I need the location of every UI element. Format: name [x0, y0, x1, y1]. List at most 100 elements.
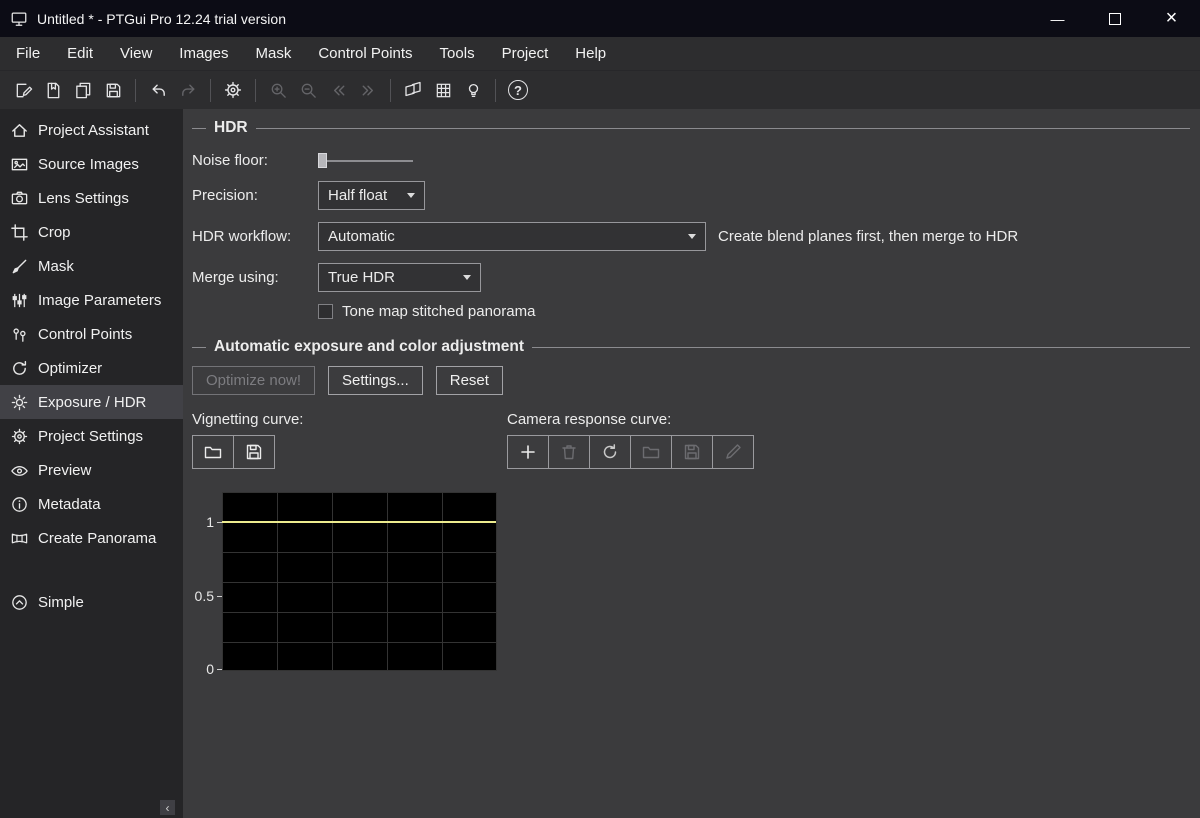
vignetting-curve-line	[222, 521, 496, 523]
hdr-workflow-select[interactable]: Automatic	[318, 222, 706, 251]
vignetting-save-button[interactable]	[233, 435, 275, 469]
sidebar-item-metadata[interactable]: Metadata	[0, 487, 183, 521]
merge-using-value: True HDR	[328, 269, 395, 286]
zoom-in-button[interactable]	[263, 75, 293, 105]
redo-button[interactable]	[173, 75, 203, 105]
chevron-down-icon	[407, 193, 415, 198]
vignetting-curve-chart	[222, 492, 497, 671]
zoom-out-icon	[299, 81, 318, 100]
folder-open-icon	[203, 442, 223, 462]
camera-response-delete-button[interactable]	[548, 435, 590, 469]
panorama-editor-icon	[403, 80, 423, 100]
camera-response-curve-label: Camera response curve:	[507, 411, 671, 429]
save-project-button[interactable]	[98, 75, 128, 105]
menu-project[interactable]: Project	[502, 45, 549, 62]
grid-icon	[434, 81, 453, 100]
minimize-button[interactable]: —	[1029, 0, 1086, 37]
camera-response-save-button[interactable]	[671, 435, 713, 469]
hdr-section-title: HDR	[214, 119, 248, 137]
new-project-button[interactable]	[8, 75, 38, 105]
camera-response-add-button[interactable]	[507, 435, 549, 469]
y-tick-05: 0.5	[195, 588, 214, 604]
vignetting-curve-label: Vignetting curve:	[192, 411, 507, 429]
home-icon	[10, 121, 29, 140]
sliders-icon	[10, 291, 29, 310]
redo-icon	[179, 81, 198, 100]
tone-map-label: Tone map stitched panorama	[342, 303, 535, 320]
hdr-workflow-hint: Create blend planes first, then merge to…	[718, 228, 1018, 245]
close-button[interactable]: ×	[1143, 0, 1200, 37]
preview-light-button[interactable]	[458, 75, 488, 105]
detail-viewer-button[interactable]	[428, 75, 458, 105]
maximize-button[interactable]	[1086, 0, 1143, 37]
panorama-editor-button[interactable]	[398, 75, 428, 105]
menu-images[interactable]: Images	[179, 45, 228, 62]
y-tick-1: 1	[206, 514, 214, 530]
previous-icon	[329, 81, 348, 100]
settings-button[interactable]: Settings...	[328, 366, 423, 395]
toolbar-separator	[495, 79, 496, 102]
menu-control-points[interactable]: Control Points	[318, 45, 412, 62]
exposure-hdr-panel: HDR Noise floor: Precision: Half float H…	[183, 109, 1200, 818]
sidebar-item-project-assistant[interactable]: Project Assistant	[0, 113, 183, 147]
hdr-workflow-label: HDR workflow:	[192, 228, 318, 245]
sidebar-item-optimizer[interactable]: Optimizer	[0, 351, 183, 385]
lamp-icon	[464, 81, 483, 100]
vignetting-load-button[interactable]	[192, 435, 234, 469]
help-icon: ?	[508, 80, 528, 100]
help-button[interactable]: ?	[503, 75, 533, 105]
sidebar-item-crop[interactable]: Crop	[0, 215, 183, 249]
sidebar-item-simple[interactable]: Simple	[0, 585, 183, 619]
undo-icon	[149, 81, 168, 100]
crop-icon	[10, 223, 29, 242]
menu-file[interactable]: File	[16, 45, 40, 62]
sidebar-item-control-points[interactable]: Control Points	[0, 317, 183, 351]
slider-thumb[interactable]	[318, 153, 327, 168]
app-icon	[10, 10, 28, 28]
undo-button[interactable]	[143, 75, 173, 105]
sidebar-item-mask[interactable]: Mask	[0, 249, 183, 283]
sidebar-item-source-images[interactable]: Source Images	[0, 147, 183, 181]
reset-button[interactable]: Reset	[436, 366, 503, 395]
previous-image-button[interactable]	[323, 75, 353, 105]
noise-floor-slider[interactable]	[318, 153, 413, 168]
next-icon	[359, 81, 378, 100]
options-button[interactable]	[218, 75, 248, 105]
open-project-button[interactable]	[38, 75, 68, 105]
camera-response-reset-button[interactable]	[589, 435, 631, 469]
sidebar-item-preview[interactable]: Preview	[0, 453, 183, 487]
menu-help[interactable]: Help	[575, 45, 606, 62]
tone-map-checkbox[interactable]	[318, 304, 333, 319]
auto-adjust-section-title: Automatic exposure and color adjustment	[214, 338, 524, 356]
camera-response-load-button[interactable]	[630, 435, 672, 469]
toolbar-separator	[210, 79, 211, 102]
sidebar-item-create-panorama[interactable]: Create Panorama	[0, 521, 183, 555]
save-icon	[682, 442, 702, 462]
next-image-button[interactable]	[353, 75, 383, 105]
sidebar-item-exposure-hdr[interactable]: Exposure / HDR	[0, 385, 183, 419]
panorama-icon	[10, 529, 29, 548]
menu-edit[interactable]: Edit	[67, 45, 93, 62]
collapse-icon: ‹	[166, 801, 170, 815]
merge-using-select[interactable]: True HDR	[318, 263, 481, 292]
plus-icon	[518, 442, 538, 462]
sidebar: Project Assistant Source Images Lens Set…	[0, 109, 183, 818]
menu-tools[interactable]: Tools	[440, 45, 475, 62]
optimize-now-button[interactable]: Optimize now!	[192, 366, 315, 395]
menu-mask[interactable]: Mask	[255, 45, 291, 62]
duplicate-project-button[interactable]	[68, 75, 98, 105]
maximize-icon	[1109, 13, 1121, 25]
sidebar-collapse-button[interactable]: ‹	[160, 800, 175, 815]
menu-view[interactable]: View	[120, 45, 152, 62]
auto-adjust-section-header: Automatic exposure and color adjustment	[192, 338, 1190, 356]
chevron-down-icon	[463, 275, 471, 280]
precision-select[interactable]: Half float	[318, 181, 425, 210]
sidebar-item-project-settings[interactable]: Project Settings	[0, 419, 183, 453]
toolbar-separator	[390, 79, 391, 102]
menubar: File Edit View Images Mask Control Point…	[0, 37, 1200, 70]
sidebar-item-lens-settings[interactable]: Lens Settings	[0, 181, 183, 215]
sidebar-item-image-parameters[interactable]: Image Parameters	[0, 283, 183, 317]
refresh-icon	[600, 442, 620, 462]
zoom-out-button[interactable]	[293, 75, 323, 105]
camera-response-edit-button[interactable]	[712, 435, 754, 469]
